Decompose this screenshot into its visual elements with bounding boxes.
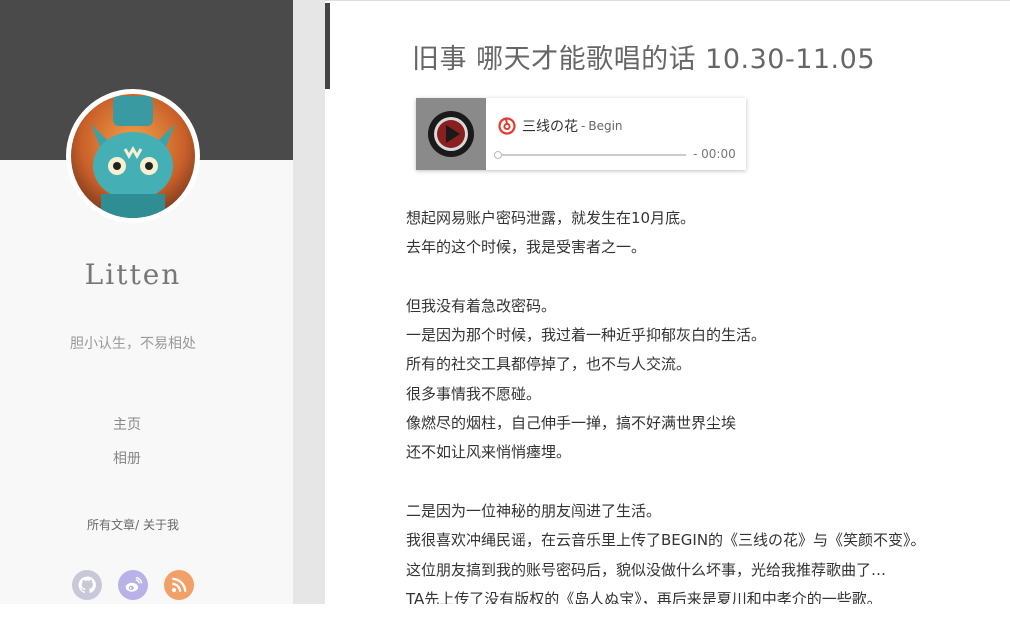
progress-knob[interactable] xyxy=(494,151,502,159)
player-progress-bar[interactable] xyxy=(494,151,688,159)
player-song-title: 三线の花 xyxy=(522,119,578,135)
avatar-image xyxy=(71,94,195,218)
sidebar-links: 所有文章/ 关于我 xyxy=(0,516,266,533)
site-tagline: 胆小认生，不易相处 xyxy=(70,336,196,352)
article-line: 很多事情我不愿碰。 xyxy=(406,384,542,403)
article-line: 但我没有着急改密码。 xyxy=(406,296,557,315)
post-title: 旧事 哪天才能歌唱的话 10.30-11.05 xyxy=(412,44,875,75)
title-accent-bar xyxy=(325,3,330,89)
link-about[interactable]: 关于我 xyxy=(143,518,179,532)
sidebar: Litten 胆小认生，不易相处 主页 相册 所有文章/ 关于我 xyxy=(0,0,293,604)
article-line: 一是因为那个时候，我过着一种近乎抑郁灰白的生活。 xyxy=(406,326,767,345)
nav-item-home[interactable]: 主页 xyxy=(0,408,254,442)
rss-icon xyxy=(171,577,187,593)
rss-button[interactable] xyxy=(164,570,194,600)
sidebar-nav: 主页 相册 xyxy=(0,408,254,476)
article-line xyxy=(406,263,996,292)
social-links xyxy=(72,570,194,600)
article-line: 这位朋友搞到我的账号密码后，貌似没做什么坏事，光给我推荐歌曲了… xyxy=(406,560,887,579)
netease-music-icon xyxy=(498,117,516,135)
link-all-posts[interactable]: 所有文章 xyxy=(87,518,135,532)
article-line: TA先上传了没有版权的《岛人ぬ宝》，再后来是夏川和中孝介的一些歌。 xyxy=(406,589,882,604)
article-line: 所有的社交工具都停掉了，也不与人交流。 xyxy=(406,355,692,374)
article-line: 想起网易账户密码泄露，就发生在10月底。 xyxy=(406,209,696,227)
article-line: 还不如让风来悄悄瘗埋。 xyxy=(406,443,572,462)
github-icon xyxy=(78,576,96,594)
article-line: 去年的这个时候，我是受害者之一。 xyxy=(406,238,647,257)
main-content: 旧事 哪天才能歌唱的话 10.30-11.05 三线の花 - Begin - 0… xyxy=(325,0,1010,604)
site-name[interactable]: Litten xyxy=(0,258,266,291)
player-track-info: 三线の花 - Begin xyxy=(498,116,623,136)
github-button[interactable] xyxy=(72,570,102,600)
sidebar-divider xyxy=(293,0,325,604)
article-line xyxy=(406,468,996,497)
player-time: - 00:00 xyxy=(693,147,736,161)
player-separator: - xyxy=(581,119,586,133)
article-line: 我很喜欢冲绳民谣，在云音乐里上传了BEGIN的《三线の花》与《笑颜不变》。 xyxy=(406,531,926,550)
nav-item-album[interactable]: 相册 xyxy=(0,442,254,476)
play-button[interactable] xyxy=(416,98,486,170)
progress-track xyxy=(498,154,686,156)
article-line: 像燃尽的烟柱，自己伸手一掸，搞不好满世界尘埃 xyxy=(406,414,737,433)
avatar[interactable] xyxy=(66,89,200,223)
music-player: 三线の花 - Begin - 00:00 xyxy=(416,98,746,170)
play-icon xyxy=(428,111,474,157)
weibo-button[interactable] xyxy=(118,570,148,600)
player-artist: Begin xyxy=(588,119,623,133)
weibo-icon xyxy=(125,576,142,592)
link-separator: / xyxy=(135,518,140,532)
article-line: 二是因为一位神秘的朋友闯进了生活。 xyxy=(406,501,662,520)
article-body: 想起网易账户密码泄露，就发生在10月底。 去年的这个时候，我是受害者之一。 但我没有… xyxy=(406,204,996,604)
